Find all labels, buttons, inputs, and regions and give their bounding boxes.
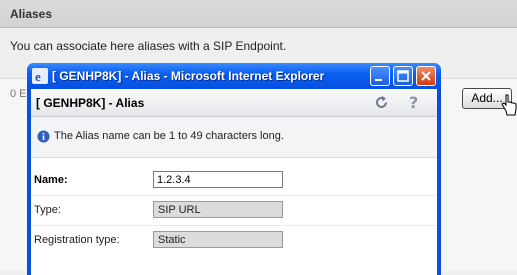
maximize-button[interactable] <box>393 66 413 86</box>
type-label: Type: <box>34 204 61 216</box>
refresh-icon[interactable] <box>374 95 389 110</box>
registration-type-label: Registration type: <box>34 234 120 246</box>
help-icon[interactable]: ? <box>409 93 418 112</box>
internet-explorer-icon: e <box>32 68 48 84</box>
window-title: [ GENHP8K] - Alias - Microsoft Internet … <box>52 69 325 83</box>
info-icon <box>37 130 50 143</box>
row-divider <box>31 195 437 196</box>
window-titlebar[interactable]: e [ GENHP8K] - Alias - Microsoft Interne… <box>27 63 441 89</box>
svg-text:e: e <box>35 69 41 84</box>
info-text: The Alias name can be 1 to 49 characters… <box>54 130 284 142</box>
name-label: Name: <box>34 174 68 186</box>
type-field: SIP URL <box>153 201 283 218</box>
info-banner: The Alias name can be 1 to 49 characters… <box>31 117 437 158</box>
dialog-title: [ GENHP8K] - Alias <box>36 96 145 110</box>
close-icon <box>421 71 431 81</box>
dialog-header: [ GENHP8K] - Alias ? <box>31 89 437 117</box>
dialog-content: [ GENHP8K] - Alias ? The Alias name can … <box>31 89 437 275</box>
minimize-button[interactable] <box>370 66 390 86</box>
section-header: Aliases <box>0 0 517 28</box>
close-button[interactable] <box>416 66 436 86</box>
section-title: Aliases <box>10 7 53 21</box>
maximize-icon <box>397 70 409 82</box>
minimize-icon <box>375 79 382 81</box>
registration-type-field: Static <box>153 231 283 248</box>
alias-count: 0 E <box>10 88 27 100</box>
row-divider <box>31 225 437 226</box>
alias-popup-window: e [ GENHP8K] - Alias - Microsoft Interne… <box>27 63 441 275</box>
hand-cursor-icon <box>501 94 517 116</box>
name-input[interactable] <box>153 171 283 188</box>
section-description: You can associate here aliases with a SI… <box>10 39 287 53</box>
